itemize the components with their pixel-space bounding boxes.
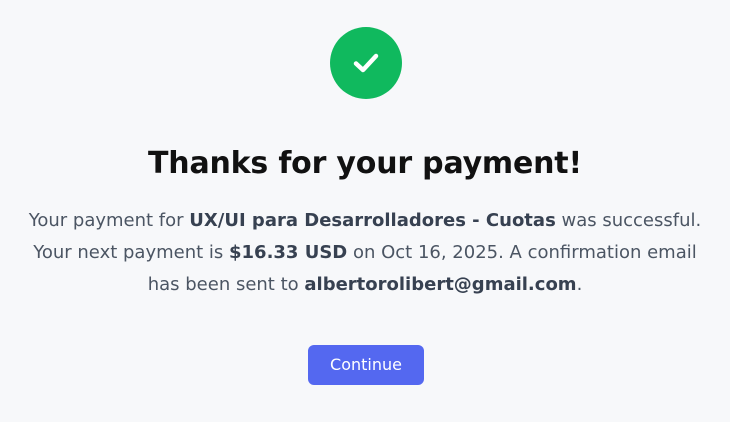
next-payment-amount: $16.33 USD: [229, 242, 348, 263]
course-name: UX/UI para Desarrolladores - Cuotas: [189, 210, 556, 231]
page-title: Thanks for your payment!: [148, 146, 582, 181]
check-icon: [353, 53, 379, 73]
payment-confirmation-message: Your payment for UX/UI para Desarrollado…: [20, 205, 710, 301]
success-badge: [330, 27, 402, 99]
message-line3-suffix: .: [576, 274, 583, 295]
message-line1-prefix: Your payment for: [28, 210, 190, 231]
message-line3-prefix: has been sent to: [147, 274, 305, 295]
message-line2-suffix: on Oct 16, 2025. A confirmation email: [347, 242, 697, 263]
confirmation-email: albertorolibert@gmail.com: [304, 274, 577, 295]
payment-success-page: Thanks for your payment! Your payment fo…: [0, 0, 730, 422]
continue-button[interactable]: Continue: [308, 345, 424, 385]
message-line1-suffix: was successful.: [555, 210, 702, 231]
message-line2-prefix: Your next payment is: [33, 242, 229, 263]
